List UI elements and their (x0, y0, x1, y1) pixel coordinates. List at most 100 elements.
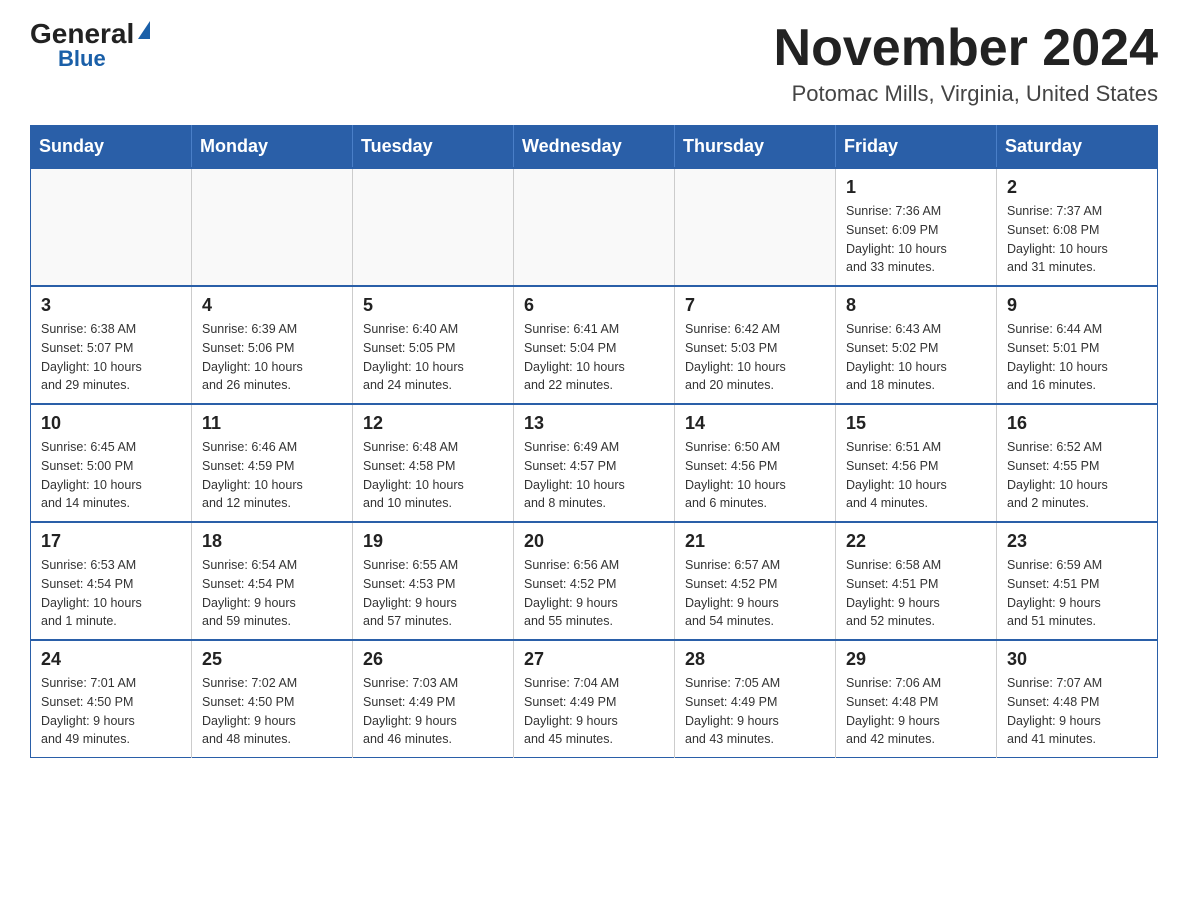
day-number: 26 (363, 649, 503, 670)
day-info: Sunrise: 6:52 AM Sunset: 4:55 PM Dayligh… (1007, 438, 1147, 513)
day-number: 18 (202, 531, 342, 552)
calendar-cell (675, 168, 836, 286)
calendar-cell (31, 168, 192, 286)
day-info: Sunrise: 6:49 AM Sunset: 4:57 PM Dayligh… (524, 438, 664, 513)
day-number: 22 (846, 531, 986, 552)
day-info: Sunrise: 7:07 AM Sunset: 4:48 PM Dayligh… (1007, 674, 1147, 749)
calendar-cell: 26 Sunrise: 7:03 AM Sunset: 4:49 PM Dayli… (353, 640, 514, 758)
weekday-wednesday: Wednesday (514, 126, 675, 169)
calendar-cell (514, 168, 675, 286)
location-title: Potomac Mills, Virginia, United States (774, 81, 1158, 107)
calendar-cell: 19 Sunrise: 6:55 AM Sunset: 4:53 PM Dayli… (353, 522, 514, 640)
day-number: 20 (524, 531, 664, 552)
day-info: Sunrise: 6:39 AM Sunset: 5:06 PM Dayligh… (202, 320, 342, 395)
day-info: Sunrise: 6:48 AM Sunset: 4:58 PM Dayligh… (363, 438, 503, 513)
calendar-cell: 9 Sunrise: 6:44 AM Sunset: 5:01 PM Daylig… (997, 286, 1158, 404)
day-info: Sunrise: 7:04 AM Sunset: 4:49 PM Dayligh… (524, 674, 664, 749)
day-info: Sunrise: 6:55 AM Sunset: 4:53 PM Dayligh… (363, 556, 503, 631)
calendar-cell: 24 Sunrise: 7:01 AM Sunset: 4:50 PM Dayli… (31, 640, 192, 758)
calendar-cell: 6Sunrise: 6:41 AM Sunset: 5:04 PM Daylig… (514, 286, 675, 404)
calendar-cell: 8Sunrise: 6:43 AM Sunset: 5:02 PM Daylig… (836, 286, 997, 404)
day-info: Sunrise: 7:37 AM Sunset: 6:08 PM Dayligh… (1007, 202, 1147, 277)
weekday-friday: Friday (836, 126, 997, 169)
calendar-cell: 28 Sunrise: 7:05 AM Sunset: 4:49 PM Dayli… (675, 640, 836, 758)
calendar-cell: 2 Sunrise: 7:37 AM Sunset: 6:08 PM Daylig… (997, 168, 1158, 286)
calendar-cell: 14Sunrise: 6:50 AM Sunset: 4:56 PM Dayli… (675, 404, 836, 522)
weekday-thursday: Thursday (675, 126, 836, 169)
weekday-row: SundayMondayTuesdayWednesdayThursdayFrid… (31, 126, 1158, 169)
calendar-cell: 10Sunrise: 6:45 AM Sunset: 5:00 PM Dayli… (31, 404, 192, 522)
weekday-sunday: Sunday (31, 126, 192, 169)
weekday-saturday: Saturday (997, 126, 1158, 169)
calendar-cell: 18 Sunrise: 6:54 AM Sunset: 4:54 PM Dayli… (192, 522, 353, 640)
day-number: 17 (41, 531, 181, 552)
logo-blue: Blue (58, 48, 106, 70)
calendar-cell: 13 Sunrise: 6:49 AM Sunset: 4:57 PM Dayli… (514, 404, 675, 522)
day-number: 5 (363, 295, 503, 316)
day-number: 25 (202, 649, 342, 670)
day-number: 24 (41, 649, 181, 670)
day-number: 13 (524, 413, 664, 434)
page-header: General Blue November 2024 Potomac Mills… (30, 20, 1158, 107)
day-info: Sunrise: 6:50 AM Sunset: 4:56 PM Dayligh… (685, 438, 825, 513)
day-info: Sunrise: 7:03 AM Sunset: 4:49 PM Dayligh… (363, 674, 503, 749)
day-number: 11 (202, 413, 342, 434)
calendar-cell: 23 Sunrise: 6:59 AM Sunset: 4:51 PM Dayli… (997, 522, 1158, 640)
weekday-tuesday: Tuesday (353, 126, 514, 169)
day-info: Sunrise: 7:02 AM Sunset: 4:50 PM Dayligh… (202, 674, 342, 749)
week-row-3: 10Sunrise: 6:45 AM Sunset: 5:00 PM Dayli… (31, 404, 1158, 522)
day-info: Sunrise: 6:57 AM Sunset: 4:52 PM Dayligh… (685, 556, 825, 631)
day-number: 9 (1007, 295, 1147, 316)
calendar-cell: 11Sunrise: 6:46 AM Sunset: 4:59 PM Dayli… (192, 404, 353, 522)
day-number: 2 (1007, 177, 1147, 198)
calendar-cell: 27 Sunrise: 7:04 AM Sunset: 4:49 PM Dayli… (514, 640, 675, 758)
day-info: Sunrise: 7:01 AM Sunset: 4:50 PM Dayligh… (41, 674, 181, 749)
calendar-cell: 3 Sunrise: 6:38 AM Sunset: 5:07 PM Daylig… (31, 286, 192, 404)
day-info: Sunrise: 6:44 AM Sunset: 5:01 PM Dayligh… (1007, 320, 1147, 395)
day-number: 29 (846, 649, 986, 670)
day-info: Sunrise: 7:36 AM Sunset: 6:09 PM Dayligh… (846, 202, 986, 277)
day-number: 12 (363, 413, 503, 434)
calendar-cell: 30 Sunrise: 7:07 AM Sunset: 4:48 PM Dayli… (997, 640, 1158, 758)
calendar-cell: 21Sunrise: 6:57 AM Sunset: 4:52 PM Dayli… (675, 522, 836, 640)
day-number: 3 (41, 295, 181, 316)
day-info: Sunrise: 6:38 AM Sunset: 5:07 PM Dayligh… (41, 320, 181, 395)
day-number: 10 (41, 413, 181, 434)
day-info: Sunrise: 6:54 AM Sunset: 4:54 PM Dayligh… (202, 556, 342, 631)
logo-triangle-icon (138, 21, 150, 39)
week-row-4: 17Sunrise: 6:53 AM Sunset: 4:54 PM Dayli… (31, 522, 1158, 640)
week-row-2: 3 Sunrise: 6:38 AM Sunset: 5:07 PM Daylig… (31, 286, 1158, 404)
calendar-cell: 1 Sunrise: 7:36 AM Sunset: 6:09 PM Daylig… (836, 168, 997, 286)
day-number: 27 (524, 649, 664, 670)
day-info: Sunrise: 6:42 AM Sunset: 5:03 PM Dayligh… (685, 320, 825, 395)
day-number: 7 (685, 295, 825, 316)
calendar-cell (192, 168, 353, 286)
day-info: Sunrise: 7:05 AM Sunset: 4:49 PM Dayligh… (685, 674, 825, 749)
day-info: Sunrise: 6:51 AM Sunset: 4:56 PM Dayligh… (846, 438, 986, 513)
logo-general: General (30, 20, 134, 48)
day-info: Sunrise: 6:43 AM Sunset: 5:02 PM Dayligh… (846, 320, 986, 395)
calendar-cell: 7 Sunrise: 6:42 AM Sunset: 5:03 PM Daylig… (675, 286, 836, 404)
day-info: Sunrise: 6:59 AM Sunset: 4:51 PM Dayligh… (1007, 556, 1147, 631)
month-title: November 2024 (774, 20, 1158, 77)
week-row-1: 1 Sunrise: 7:36 AM Sunset: 6:09 PM Daylig… (31, 168, 1158, 286)
day-number: 19 (363, 531, 503, 552)
calendar-cell: 16Sunrise: 6:52 AM Sunset: 4:55 PM Dayli… (997, 404, 1158, 522)
calendar-cell: 15Sunrise: 6:51 AM Sunset: 4:56 PM Dayli… (836, 404, 997, 522)
calendar-cell: 20 Sunrise: 6:56 AM Sunset: 4:52 PM Dayli… (514, 522, 675, 640)
day-number: 30 (1007, 649, 1147, 670)
day-number: 28 (685, 649, 825, 670)
day-info: Sunrise: 6:41 AM Sunset: 5:04 PM Dayligh… (524, 320, 664, 395)
calendar-header: SundayMondayTuesdayWednesdayThursdayFrid… (31, 126, 1158, 169)
title-area: November 2024 Potomac Mills, Virginia, U… (774, 20, 1158, 107)
day-number: 1 (846, 177, 986, 198)
calendar-cell: 4Sunrise: 6:39 AM Sunset: 5:06 PM Daylig… (192, 286, 353, 404)
day-info: Sunrise: 6:40 AM Sunset: 5:05 PM Dayligh… (363, 320, 503, 395)
day-number: 23 (1007, 531, 1147, 552)
calendar-cell: 22Sunrise: 6:58 AM Sunset: 4:51 PM Dayli… (836, 522, 997, 640)
calendar-cell: 12 Sunrise: 6:48 AM Sunset: 4:58 PM Dayli… (353, 404, 514, 522)
calendar-table: SundayMondayTuesdayWednesdayThursdayFrid… (30, 125, 1158, 758)
calendar-cell: 29Sunrise: 7:06 AM Sunset: 4:48 PM Dayli… (836, 640, 997, 758)
day-info: Sunrise: 6:56 AM Sunset: 4:52 PM Dayligh… (524, 556, 664, 631)
calendar-body: 1 Sunrise: 7:36 AM Sunset: 6:09 PM Daylig… (31, 168, 1158, 758)
